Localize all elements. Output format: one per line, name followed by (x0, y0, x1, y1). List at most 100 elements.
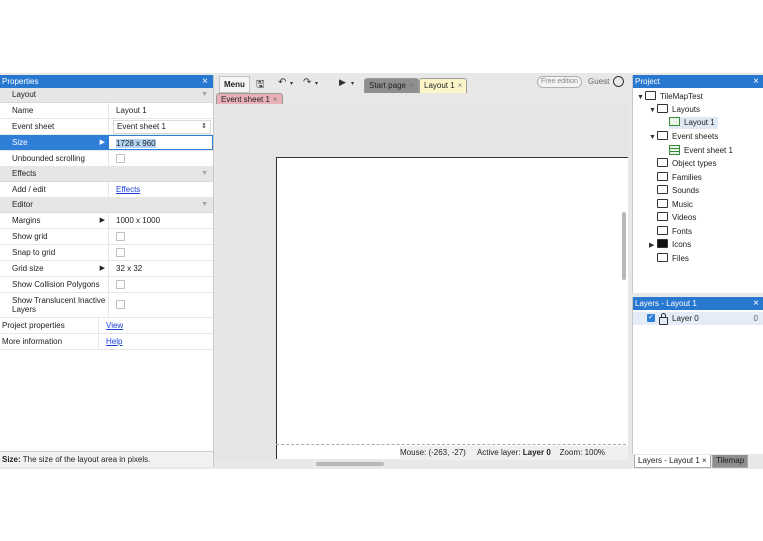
tree-label: TileMapTest (660, 92, 703, 101)
show-translucent-layers-checkbox[interactable] (116, 300, 125, 310)
section-layout[interactable]: Layout ▼ (0, 88, 213, 103)
tree-item-music[interactable]: Music (657, 199, 693, 211)
tree-item-videos[interactable]: Videos (657, 212, 696, 224)
expand-triangle-icon[interactable]: ▶ (100, 213, 105, 228)
prop-key: Snap to grid (12, 248, 56, 257)
prop-row-show-collision-polygons: Show Collision Polygons (0, 277, 213, 293)
layer-index: 0 (753, 314, 758, 323)
user-icon[interactable] (613, 76, 624, 87)
help-link[interactable]: Help (106, 337, 122, 346)
prop-name-value[interactable]: Layout 1 (108, 103, 213, 118)
show-collision-polygons-checkbox[interactable] (116, 280, 125, 290)
size-input[interactable]: 1728 x 960 (108, 135, 213, 150)
tree-item-event-sheets[interactable]: ▼ Event sheets (649, 131, 718, 143)
tree-item-event-sheet-1[interactable]: Event sheet 1 (669, 144, 733, 157)
tree-label: Layouts (672, 105, 701, 114)
expand-triangle-icon[interactable]: ▶ (100, 261, 105, 276)
tab-start-page[interactable]: Start page × (364, 78, 419, 93)
collapse-chevron-icon[interactable]: ▼ (649, 132, 657, 144)
save-icon[interactable]: 🖫 (256, 77, 265, 94)
help-label: Size: (2, 455, 21, 464)
prop-value-cell (108, 229, 213, 244)
tab-tilemap[interactable]: Tilemap (712, 455, 749, 468)
tab-close-icon[interactable]: × (409, 81, 414, 90)
collapse-caret-icon[interactable]: ▼ (201, 167, 208, 181)
prop-value-cell: Effects (108, 182, 213, 197)
prop-key-label: Size (12, 138, 28, 147)
grid-size-value[interactable]: 32 x 32 (108, 261, 213, 276)
free-edition-badge[interactable]: Free edition (537, 76, 582, 88)
properties-panel: Properties × Layout ▼ Name Layout 1 Even… (0, 75, 214, 467)
prop-value-cell: Help (98, 334, 213, 349)
expand-triangle-icon[interactable]: ▶ (100, 135, 105, 150)
tree-label: Music (672, 200, 693, 209)
prop-row-project-properties: Project properties View (0, 318, 213, 334)
collapse-chevron-icon[interactable]: ▼ (649, 105, 657, 117)
tree-item-fonts[interactable]: Fonts (657, 226, 692, 238)
show-grid-checkbox[interactable] (116, 232, 125, 242)
tree-item-object-types[interactable]: Object types (657, 158, 716, 170)
unlock-icon[interactable] (659, 313, 668, 325)
play-dropdown-icon[interactable]: ▾ (351, 80, 354, 87)
prop-row-name: Name Layout 1 (0, 103, 213, 119)
expand-chevron-icon[interactable]: ▶ (649, 240, 657, 252)
tree-label: Object types (672, 159, 717, 168)
view-link[interactable]: View (106, 321, 123, 330)
properties-titlebar: Properties × (0, 75, 213, 88)
tree-item-icons[interactable]: ▶ Icons (649, 239, 691, 251)
snap-to-grid-checkbox[interactable] (116, 248, 125, 258)
tree-label: Event sheets (672, 132, 719, 141)
tree-label: Files (672, 254, 689, 263)
layer-row[interactable]: ✓ Layer 0 0 (633, 312, 763, 325)
folder-icon (657, 158, 668, 168)
folder-icon (657, 253, 668, 263)
tab-label: Tilemap (716, 456, 745, 465)
section-editor[interactable]: Editor ▼ (0, 198, 213, 213)
folder-icon (657, 185, 668, 195)
tab-close-icon[interactable]: × (702, 456, 707, 465)
tab-layers-layout-1[interactable]: Layers - Layout 1 × (634, 455, 711, 468)
tree-item-sounds[interactable]: Sounds (657, 185, 699, 197)
collapse-chevron-icon[interactable]: ▼ (637, 92, 645, 104)
tab-layout-1[interactable]: Layout 1 × (419, 78, 468, 93)
menu-button[interactable]: Menu (219, 76, 250, 93)
redo-dropdown-icon[interactable]: ▾ (315, 80, 318, 87)
margins-value[interactable]: 1000 x 1000 (108, 213, 213, 228)
properties-close-icon[interactable]: × (202, 75, 208, 88)
project-close-icon[interactable]: × (753, 75, 759, 88)
tree-item-layout-1[interactable]: Layout 1 (669, 117, 718, 129)
undo-icon[interactable]: ↶ (278, 77, 286, 88)
prop-row-more-information: More information Help (0, 334, 213, 350)
unbounded-scrolling-checkbox[interactable] (116, 154, 125, 164)
layout-canvas[interactable] (216, 104, 628, 459)
prop-key: Add / edit (12, 185, 46, 194)
zoom-level: Zoom: 100% (559, 448, 606, 457)
collapse-caret-icon[interactable]: ▼ (201, 198, 208, 212)
guest-label[interactable]: Guest (588, 77, 609, 86)
prop-key-selected[interactable]: Size ▶ (0, 135, 108, 150)
tab-close-icon[interactable]: × (273, 95, 278, 104)
properties-title: Properties (2, 77, 39, 86)
event-sheet-select[interactable]: Event sheet 1 ⇕ (113, 120, 211, 134)
tree-item-families[interactable]: Families (657, 172, 702, 184)
layer-visible-checkbox[interactable]: ✓ (647, 314, 655, 322)
prop-key: Grid size ▶ (0, 261, 108, 276)
section-label: Editor (12, 200, 33, 209)
tab-close-icon[interactable]: × (458, 81, 463, 90)
effects-link[interactable]: Effects (116, 185, 140, 194)
prop-value-cell (108, 293, 213, 317)
prop-row-grid-size: Grid size ▶ 32 x 32 (0, 261, 213, 277)
tree-item-layouts[interactable]: ▼ Layouts (649, 104, 700, 116)
layers-close-icon[interactable]: × (753, 297, 759, 310)
canvas-vertical-scrollbar[interactable] (622, 212, 626, 280)
redo-icon[interactable]: ↷ (303, 77, 311, 88)
undo-dropdown-icon[interactable]: ▾ (290, 80, 293, 87)
tree-item-files[interactable]: Files (657, 253, 689, 265)
section-effects[interactable]: Effects ▼ (0, 167, 213, 182)
prop-key: Name (12, 106, 34, 115)
canvas-horizontal-scrollbar[interactable] (316, 462, 384, 466)
tree-item-tilemaptest[interactable]: ▼ TileMapTest (637, 91, 703, 103)
collapse-caret-icon[interactable]: ▼ (201, 88, 208, 102)
layout-page-area[interactable] (276, 157, 628, 459)
play-icon[interactable]: ▶ (339, 77, 346, 88)
